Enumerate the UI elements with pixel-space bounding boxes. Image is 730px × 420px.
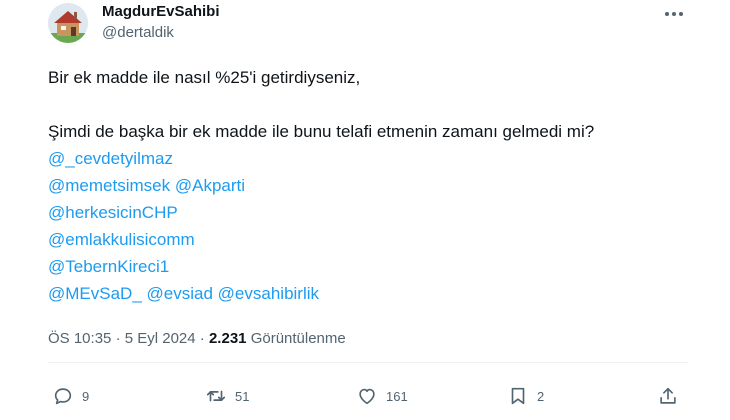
mention-link[interactable]: @MEvSaD_: [48, 284, 142, 303]
meta-separator: ·: [199, 330, 205, 347]
tweet-time[interactable]: ÖS 10:35: [48, 330, 111, 347]
mention-link[interactable]: @emlakkulisicomm: [48, 230, 195, 249]
like-button[interactable]: 161: [356, 384, 408, 408]
mention-link[interactable]: @evsahibirlik: [218, 284, 319, 303]
like-count: 161: [386, 388, 408, 404]
retweet-count: 51: [235, 388, 250, 404]
retweet-button[interactable]: 51: [205, 384, 249, 408]
tweet-line-1: Bir ek madde ile nasıl %25'i getirdiysen…: [48, 68, 361, 87]
divider: [48, 362, 688, 363]
views-label: Görüntülenme: [250, 330, 346, 347]
heart-icon: [359, 388, 375, 405]
author-avatar[interactable]: [48, 3, 88, 43]
retweet-icon: [206, 390, 226, 402]
mention-link[interactable]: @evsiad: [147, 284, 213, 303]
bookmark-count: 2: [537, 388, 545, 404]
more-dots-icon[interactable]: [660, 4, 688, 24]
reply-count: 9: [82, 388, 90, 404]
share-button[interactable]: [657, 384, 679, 408]
mention-link[interactable]: @Akparti: [175, 176, 245, 195]
action-bar: 9 51 161 2: [0, 384, 730, 408]
tweet-text: Bir ek madde ile nasıl %25'i getirdiysen…: [48, 64, 688, 307]
mention-link[interactable]: @memetsimsek: [48, 176, 170, 195]
tweet-meta: ÖS 10:35 · 5 Eyl 2024 · 2.231 Görüntülen…: [48, 330, 346, 347]
house-avatar-icon: [48, 3, 88, 43]
author-display-name[interactable]: MagdurEvSahibi: [102, 3, 220, 20]
tweet-card: MagdurEvSahibi @dertaldik Bir ek madde i…: [0, 0, 730, 420]
meta-separator: ·: [115, 330, 121, 347]
share-icon: [660, 387, 676, 404]
tweet-date[interactable]: 5 Eyl 2024: [125, 330, 196, 347]
views-count: 2.231: [208, 330, 247, 347]
bookmark-icon: [511, 387, 525, 405]
tweet-line-2: Şimdi de başka bir ek madde ile bunu tel…: [48, 122, 595, 141]
author-handle[interactable]: @dertaldik: [102, 24, 174, 41]
reply-button[interactable]: 9: [52, 384, 89, 408]
mention-link[interactable]: @TebernKireci1: [48, 257, 169, 276]
mention-link[interactable]: @herkesicinCHP: [48, 203, 178, 222]
bookmark-button[interactable]: 2: [507, 384, 544, 408]
mention-link[interactable]: @_cevdetyilmaz: [48, 149, 173, 168]
reply-icon: [54, 388, 72, 405]
